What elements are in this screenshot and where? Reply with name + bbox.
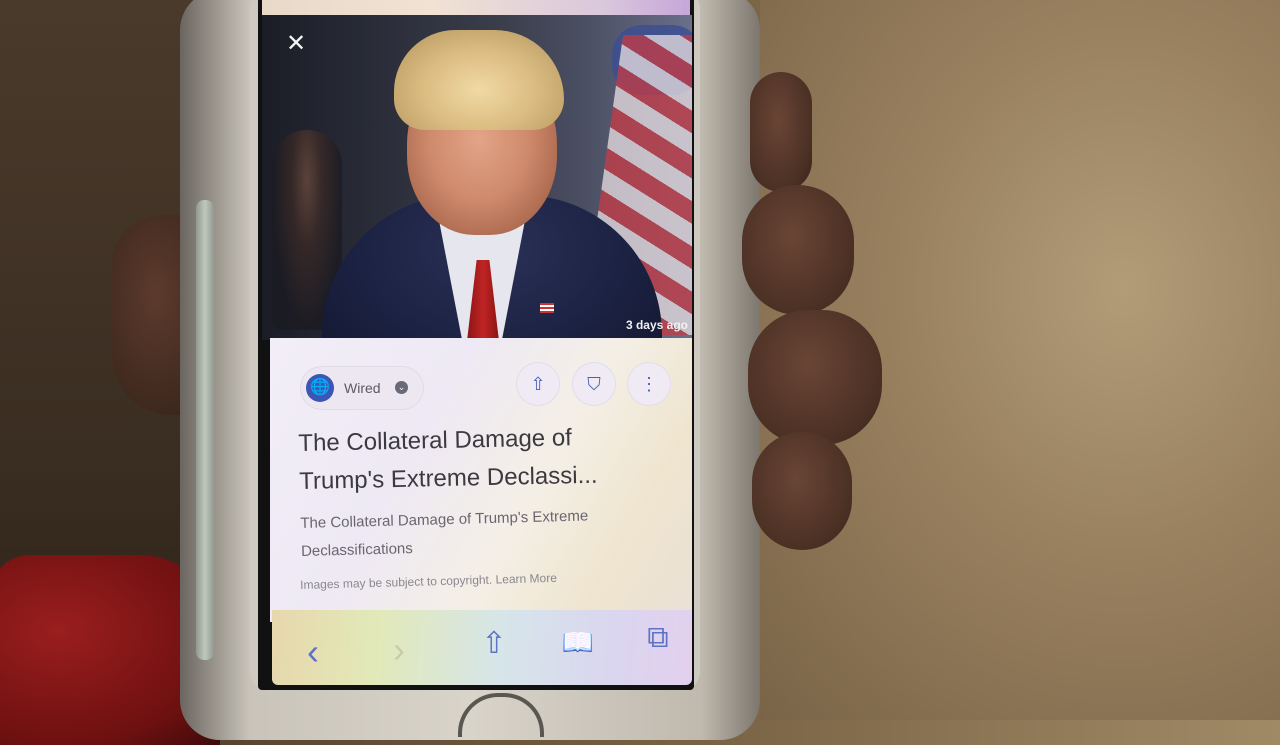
more-options-button[interactable]: ⋮: [627, 362, 671, 406]
close-icon[interactable]: ✕: [282, 30, 310, 58]
share-button[interactable]: ⇧: [516, 362, 560, 406]
globe-icon: 🌐: [306, 374, 334, 402]
finger-2: [742, 185, 854, 315]
news-photo[interactable]: [262, 15, 692, 340]
back-icon[interactable]: ‹: [298, 632, 328, 672]
finger-1: [750, 72, 812, 192]
more-vertical-icon: ⋮: [640, 374, 658, 394]
bookmarks-icon[interactable]: 📖: [556, 620, 600, 664]
share-icon: ⇧: [530, 374, 546, 394]
phone-side-button: [196, 200, 214, 660]
timestamp: 3 days ago: [625, 318, 688, 332]
share-toolbar-icon[interactable]: ⇧: [474, 622, 514, 666]
flag-lapel-pin: [540, 303, 554, 313]
article-headline[interactable]: The Collateral Damage of Trump's Extreme…: [298, 417, 670, 501]
article-snippet: The Collateral Damage of Trump's Extreme…: [300, 501, 661, 566]
finger-3: [748, 310, 882, 445]
bookmark-icon: ⛉: [587, 374, 601, 394]
bookmark-button[interactable]: ⛉: [572, 362, 616, 406]
chevron-down-icon[interactable]: ⌄: [395, 381, 408, 394]
headline-line-2: Trump's Extreme Declassi...: [298, 461, 598, 495]
forward-icon[interactable]: ›: [384, 630, 414, 670]
hair: [394, 30, 564, 130]
finger-4: [752, 432, 852, 550]
source-name: Wired: [344, 380, 381, 396]
browser-toolbar: ‹ › ⇧ 📖 ⧉: [272, 610, 692, 685]
tabs-icon[interactable]: ⧉: [636, 616, 680, 660]
